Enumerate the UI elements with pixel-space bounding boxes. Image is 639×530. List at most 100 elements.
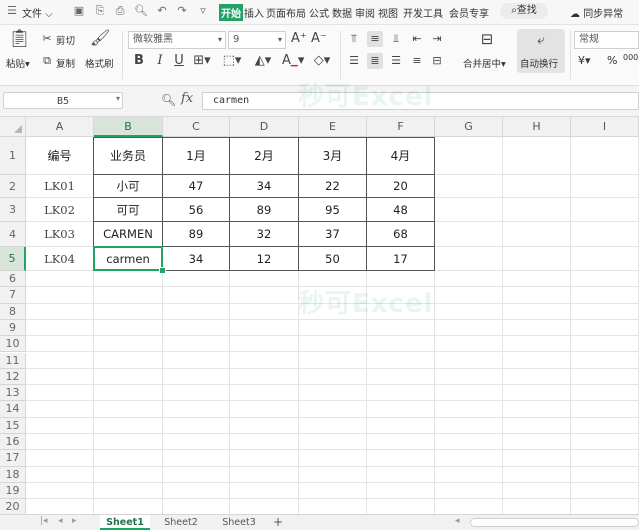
cell-e5[interactable]: 50 — [299, 247, 367, 271]
row-header-11[interactable]: 11 — [0, 352, 26, 369]
cell-e6[interactable] — [299, 271, 367, 288]
cell-d15[interactable] — [230, 417, 299, 434]
cell-b11[interactable] — [94, 352, 163, 369]
cell-d3[interactable]: 89 — [230, 198, 299, 222]
cell-a3[interactable]: LK02 — [26, 198, 94, 222]
cell-d16[interactable] — [230, 434, 299, 451]
increase-font-icon[interactable]: A⁺ — [291, 31, 307, 47]
cell-i9[interactable] — [571, 319, 639, 337]
cell-i4[interactable] — [571, 222, 639, 247]
cell-h2[interactable] — [503, 175, 571, 198]
cell-f10[interactable] — [367, 336, 435, 353]
cell-h11[interactable] — [503, 352, 571, 369]
format-painter-icon[interactable]: 🖌︎ — [90, 30, 110, 46]
cell-g6[interactable] — [435, 271, 503, 288]
cell-d13[interactable] — [230, 385, 299, 402]
copy-icon[interactable]: ⧉ — [40, 53, 54, 69]
row-header-7[interactable]: 7 — [0, 287, 26, 304]
cell-c10[interactable] — [163, 336, 230, 353]
row-header-19[interactable]: 19 — [0, 482, 26, 500]
cell-e7[interactable] — [299, 287, 367, 304]
scroll-left-icon[interactable]: ◂ — [455, 516, 460, 526]
cell-d10[interactable] — [230, 336, 299, 353]
cell-g5[interactable] — [435, 247, 503, 271]
cell-f14[interactable] — [367, 401, 435, 418]
sync-status[interactable]: ☁ 同步异常 — [570, 5, 623, 20]
cell-e10[interactable] — [299, 336, 367, 353]
cell-h19[interactable] — [503, 482, 571, 500]
font-color-icon[interactable]: A▁▾ — [282, 53, 304, 70]
cell-h15[interactable] — [503, 417, 571, 434]
chevron-down-icon[interactable]: ▾ — [116, 94, 120, 103]
cell-g9[interactable] — [435, 319, 503, 337]
column-header-d[interactable]: D — [230, 117, 299, 137]
cell-e4[interactable]: 37 — [299, 222, 367, 247]
cell-h10[interactable] — [503, 336, 571, 353]
cell-c4[interactable]: 89 — [163, 222, 230, 247]
row-header-18[interactable]: 18 — [0, 466, 26, 483]
cell-a18[interactable] — [26, 466, 94, 483]
cell-b2[interactable]: 小可 — [94, 175, 163, 198]
cell-i3[interactable] — [571, 198, 639, 222]
cell-a13[interactable] — [26, 385, 94, 402]
cell-h17[interactable] — [503, 450, 571, 467]
cell-e2[interactable]: 22 — [299, 175, 367, 198]
cell-c7[interactable] — [163, 287, 230, 304]
cell-b19[interactable] — [94, 482, 163, 500]
zoom-icon[interactable]: 🔍︎ — [161, 93, 176, 107]
column-header-f[interactable]: F — [367, 117, 435, 137]
cell-c6[interactable] — [163, 271, 230, 288]
cell-g18[interactable] — [435, 466, 503, 483]
distributed-align-icon[interactable]: ⊟ — [430, 53, 444, 69]
borders-icon[interactable]: ⊞▾ — [192, 53, 212, 69]
next-sheet-arrow-icon[interactable]: ▸ — [72, 516, 77, 526]
currency-format-button[interactable]: ¥▾ — [578, 54, 591, 67]
cell-g12[interactable] — [435, 368, 503, 386]
cell-f7[interactable] — [367, 287, 435, 304]
print-preview-icon[interactable]: 🔍︎ — [134, 4, 148, 18]
cell-c12[interactable] — [163, 368, 230, 386]
row-header-9[interactable]: 9 — [0, 319, 26, 337]
cell-c17[interactable] — [163, 450, 230, 467]
cell-f16[interactable] — [367, 434, 435, 451]
clear-format-icon[interactable]: ◇▾ — [311, 53, 333, 69]
search-button[interactable]: ⌕查找 — [500, 3, 548, 19]
row-header-13[interactable]: 13 — [0, 385, 26, 402]
cell-c16[interactable] — [163, 434, 230, 451]
cell-h6[interactable] — [503, 271, 571, 288]
cell-g15[interactable] — [435, 417, 503, 434]
cell-b9[interactable] — [94, 319, 163, 337]
tab-developer[interactable]: 开发工具 — [403, 5, 443, 20]
cell-a8[interactable] — [26, 303, 94, 320]
row-header-10[interactable]: 10 — [0, 336, 26, 353]
cell-e15[interactable] — [299, 417, 367, 434]
cell-b18[interactable] — [94, 466, 163, 483]
cell-i7[interactable] — [571, 287, 639, 304]
font-size-select[interactable]: 9 ▾ — [228, 31, 286, 49]
cell-a4[interactable]: LK03 — [26, 222, 94, 247]
merge-center-button[interactable]: 合并居中▾ — [463, 56, 506, 70]
add-sheet-button[interactable]: + — [270, 515, 286, 530]
number-format-select[interactable]: 常规 — [574, 31, 639, 49]
fill-handle[interactable] — [159, 267, 166, 274]
spreadsheet-grid[interactable]: A B C D E F G H I 1 编号 业务员 1月 2月 3月 4月 2 LK01 小可 47 34 22 20 3 L… — [0, 117, 639, 514]
cell-h4[interactable] — [503, 222, 571, 247]
cut-button[interactable]: 剪切 — [56, 33, 75, 47]
cell-a7[interactable] — [26, 287, 94, 304]
cell-h7[interactable] — [503, 287, 571, 304]
cell-i16[interactable] — [571, 434, 639, 451]
cell-c1[interactable]: 1月 — [163, 137, 230, 175]
cell-f11[interactable] — [367, 352, 435, 369]
row-header-15[interactable]: 15 — [0, 417, 26, 434]
cell-i18[interactable] — [571, 466, 639, 483]
cell-g19[interactable] — [435, 482, 503, 500]
cell-d17[interactable] — [230, 450, 299, 467]
cell-h5[interactable] — [503, 247, 571, 271]
cell-b20[interactable] — [94, 499, 163, 514]
underline-icon[interactable]: U — [172, 53, 186, 69]
justify-icon[interactable]: ≡ — [410, 53, 424, 69]
cell-g16[interactable] — [435, 434, 503, 451]
export-icon[interactable]: ⎘ — [93, 4, 107, 18]
column-header-a[interactable]: A — [26, 117, 94, 137]
copy-button[interactable]: 复制 — [56, 56, 75, 70]
